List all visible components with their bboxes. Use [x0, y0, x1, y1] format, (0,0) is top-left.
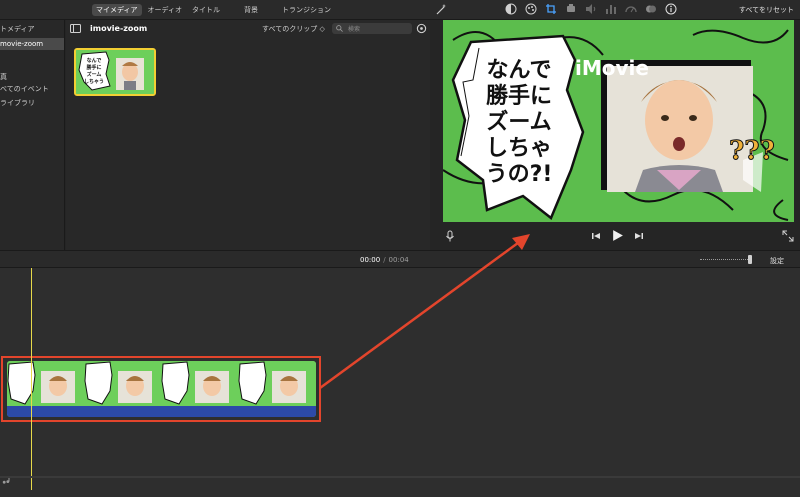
stabilization-icon[interactable] — [565, 3, 577, 15]
microphone-icon[interactable] — [444, 230, 456, 242]
playhead[interactable] — [31, 268, 32, 490]
bubble-text: なんで 勝手に ズーム しちゃ うの?! — [471, 58, 567, 188]
sidebar-item-all-events[interactable]: べてのイベント — [0, 84, 49, 94]
search-icon — [336, 25, 343, 32]
timeline-zoom-slider[interactable] — [700, 259, 750, 260]
color-balance-icon[interactable] — [505, 3, 517, 15]
timeline[interactable] — [0, 268, 800, 497]
browser-header: imovie-zoom すべてのクリップ ◇ 検索 — [66, 20, 430, 38]
browser-settings-icon[interactable] — [416, 23, 427, 34]
event-title: imovie-zoom — [90, 24, 148, 33]
clip-filmstrip — [7, 361, 316, 406]
sidebar-header-media: トメディア — [0, 25, 35, 33]
svg-text:勝手に: 勝手に — [86, 64, 101, 71]
question-marks: ??? — [729, 136, 776, 167]
crop-icon[interactable] — [545, 3, 557, 15]
magic-wand-icon[interactable] — [435, 3, 447, 15]
timeline-clip[interactable] — [7, 361, 316, 417]
clip-thumbnail[interactable]: なんで 勝手に ズーム しちゃう — [74, 48, 156, 96]
media-browser: imovie-zoom すべてのクリップ ◇ 検索 なんで 勝手に ズーム しち… — [66, 20, 430, 250]
info-icon[interactable] — [665, 3, 677, 15]
bubble-line: 勝手に — [485, 84, 552, 109]
speed-icon[interactable] — [625, 3, 637, 15]
tab-my-media[interactable]: マイメディア — [92, 4, 142, 16]
timeline-settings-button[interactable]: 設定 — [770, 256, 784, 266]
zoom-slider-knob[interactable] — [748, 255, 752, 264]
color-correction-icon[interactable] — [525, 3, 537, 15]
timecode-total: 00:04 — [388, 256, 409, 264]
search-placeholder: 検索 — [348, 26, 361, 33]
top-toolbar: マイメディア オーディオ タイトル 背景 トランジション すべてをリセット — [0, 0, 800, 20]
clip-highlight-box — [1, 356, 321, 422]
sidebar-item-library[interactable]: ライブラリ — [0, 98, 35, 108]
bubble-line: うの?! — [485, 162, 553, 187]
search-field[interactable]: 検索 — [332, 23, 412, 34]
tab-transitions[interactable]: トランジション — [278, 4, 335, 16]
timecode-current: 00:00 — [360, 256, 381, 264]
sidebar-item-photos[interactable]: 真 — [0, 72, 7, 82]
svg-text:しちゃう: しちゃう — [84, 78, 104, 85]
timeline-scrollbar[interactable] — [0, 476, 800, 478]
bubble-line: ズーム — [486, 110, 552, 135]
svg-text:なんで: なんで — [87, 57, 102, 64]
bubble-line: なんで — [486, 58, 552, 83]
timecode-separator: / — [383, 256, 386, 264]
tab-titles[interactable]: タイトル — [188, 4, 224, 16]
clip-thumbnail-image: なんで 勝手に ズーム しちゃう — [76, 50, 154, 94]
equalizer-icon[interactable] — [605, 3, 617, 15]
adjustment-tools — [505, 3, 677, 15]
media-tabs: マイメディア オーディオ タイトル 背景 トランジション — [92, 4, 335, 16]
svg-text:ズーム: ズーム — [87, 71, 102, 78]
play-icon[interactable] — [611, 229, 624, 242]
reset-all-button[interactable]: すべてをリセット — [739, 5, 794, 15]
sidebar-item-imovie-zoom[interactable]: movie-zoom — [0, 38, 64, 50]
timecode: 00:00/00:04 — [360, 256, 409, 264]
skip-forward-icon[interactable] — [633, 230, 645, 242]
bubble-line: しちゃ — [485, 136, 552, 161]
preview-viewer[interactable]: iMovie なんで 勝手に ズーム しちゃ うの?! ??? — [443, 20, 794, 222]
clip-filter-dropdown[interactable]: すべてのクリップ ◇ — [262, 24, 325, 34]
clip-audio-track[interactable] — [7, 406, 316, 417]
tab-backgrounds[interactable]: 背景 — [240, 4, 262, 16]
fullscreen-icon[interactable] — [782, 230, 794, 242]
skip-back-icon[interactable] — [590, 230, 602, 242]
library-sidebar: トメディア movie-zoom 真 べてのイベント ライブラリ — [0, 20, 65, 250]
filter-icon[interactable] — [645, 3, 657, 15]
viewer-controls — [432, 222, 800, 250]
sidebar-toggle-icon[interactable] — [70, 24, 81, 33]
timeline-header: 00:00/00:04 設定 — [0, 250, 800, 268]
volume-icon[interactable] — [585, 3, 597, 15]
tab-audio[interactable]: オーディオ — [144, 4, 187, 16]
overlay-title: iMovie — [575, 56, 649, 80]
